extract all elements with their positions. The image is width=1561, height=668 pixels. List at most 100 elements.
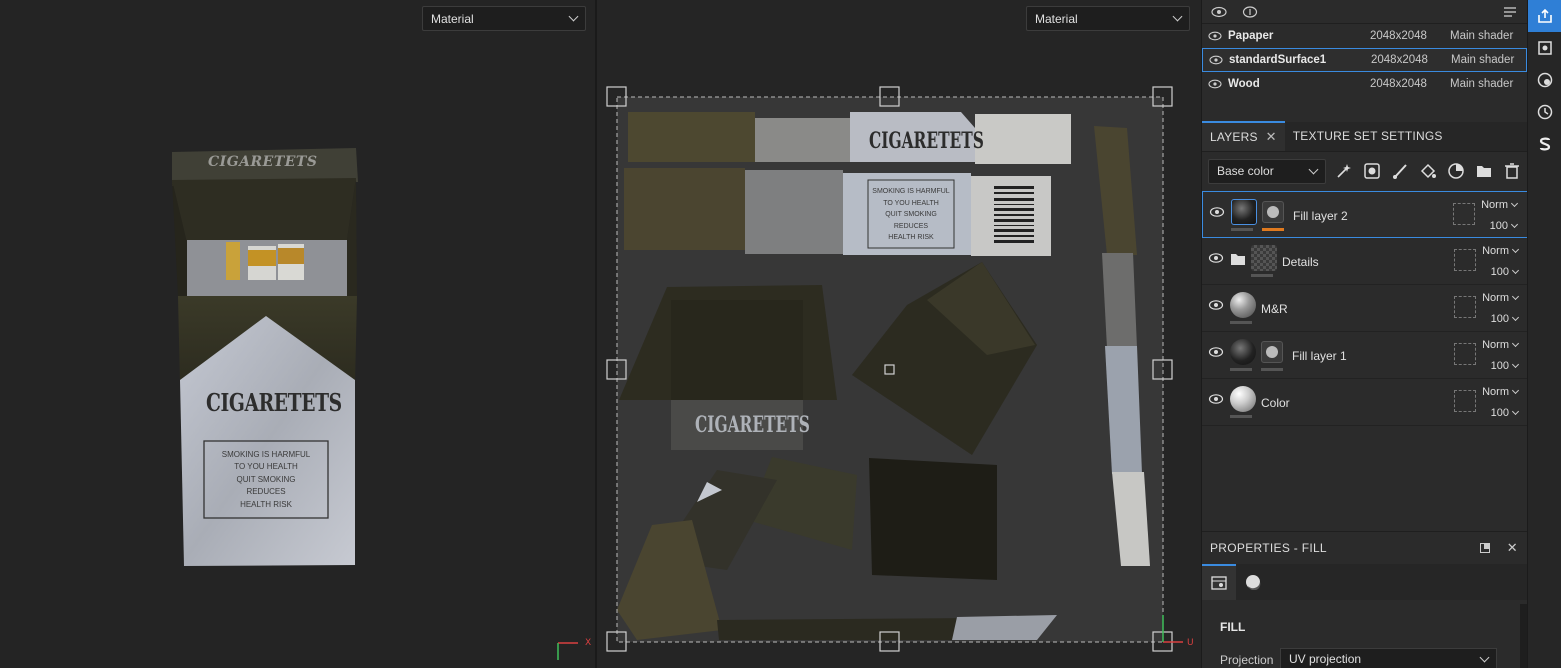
opacity-value: 100 bbox=[1490, 313, 1509, 325]
viewport-3d[interactable]: Material CIGARETETS CIGARETETS SMOKING I… bbox=[0, 0, 595, 668]
warning-line: HEALTH RISK bbox=[888, 234, 934, 242]
tab-material-properties[interactable] bbox=[1236, 564, 1270, 600]
add-folder-icon[interactable] bbox=[1474, 161, 1494, 181]
layer-row[interactable]: Color Norm 100 bbox=[1202, 379, 1528, 426]
blend-preview[interactable] bbox=[1454, 296, 1476, 318]
eye-icon[interactable] bbox=[1209, 206, 1225, 218]
properties-tabs bbox=[1202, 564, 1528, 600]
eye-icon[interactable] bbox=[1208, 252, 1224, 264]
layer-row[interactable]: M&R Norm 100 bbox=[1202, 285, 1528, 332]
layer-row[interactable]: Details Norm 100 bbox=[1202, 238, 1528, 285]
layer-thumbnail[interactable] bbox=[1230, 339, 1256, 365]
layer-tabs: LAYERS ✕ TEXTURE SET SETTINGS bbox=[1202, 121, 1528, 152]
export-button[interactable] bbox=[1528, 0, 1561, 32]
warning-line: QUIT SMOKING bbox=[236, 474, 296, 484]
channel-select[interactable]: Base color bbox=[1208, 158, 1326, 184]
layer-row[interactable]: Fill layer 1 Norm 100 bbox=[1202, 332, 1528, 379]
tab-fill-properties[interactable] bbox=[1202, 564, 1236, 600]
tab-layers-label: LAYERS bbox=[1210, 130, 1258, 144]
blend-preview[interactable] bbox=[1454, 343, 1476, 365]
chevron-down-icon bbox=[1479, 652, 1490, 662]
texture-set-list-button[interactable] bbox=[1528, 32, 1561, 64]
eye-icon[interactable] bbox=[1209, 55, 1223, 65]
history-button[interactable] bbox=[1528, 96, 1561, 128]
layer-indicator bbox=[1230, 368, 1252, 371]
close-icon[interactable]: ✕ bbox=[1266, 129, 1277, 145]
delete-icon[interactable] bbox=[1502, 161, 1522, 181]
layer-name: Details bbox=[1282, 255, 1319, 269]
display-settings-button[interactable] bbox=[1528, 64, 1561, 96]
detach-icon[interactable] bbox=[1480, 543, 1490, 553]
opacity-value: 100 bbox=[1490, 407, 1509, 419]
eye-icon[interactable] bbox=[1208, 31, 1222, 41]
projection-select[interactable]: UV projection bbox=[1280, 648, 1497, 668]
opacity-value: 100 bbox=[1489, 220, 1508, 232]
blend-mode-select[interactable]: Norm bbox=[1482, 292, 1520, 304]
uv-warning: SMOKING IS HARMFUL TO YOU HEALTH QUIT SM… bbox=[868, 186, 954, 244]
warning-line: TO YOU HEALTH bbox=[234, 462, 298, 472]
opacity-select[interactable]: 100 bbox=[1489, 220, 1519, 232]
layer-row[interactable]: Fill layer 2 Norm 100 bbox=[1202, 191, 1528, 238]
blend-mode-select[interactable]: Norm bbox=[1482, 386, 1520, 398]
mask-icon[interactable] bbox=[1262, 201, 1284, 223]
mask-indicator bbox=[1261, 368, 1283, 371]
chevron-down-icon bbox=[1308, 164, 1319, 174]
eye-icon[interactable] bbox=[1208, 299, 1224, 311]
chevron-down-icon bbox=[1511, 407, 1520, 416]
eye-settings-icon[interactable] bbox=[1210, 5, 1228, 19]
layer-thumbnail[interactable] bbox=[1251, 245, 1277, 271]
tab-texture-set-settings[interactable]: TEXTURE SET SETTINGS bbox=[1285, 121, 1451, 151]
blend-mode-value: Norm bbox=[1481, 199, 1508, 211]
substance-button[interactable] bbox=[1528, 128, 1561, 160]
axis-x-label: X bbox=[585, 638, 592, 648]
layer-toolbar: Base color bbox=[1202, 152, 1528, 190]
mask-icon[interactable] bbox=[1261, 341, 1283, 363]
opacity-select[interactable]: 100 bbox=[1491, 266, 1520, 278]
blend-preview[interactable] bbox=[1453, 203, 1475, 225]
layer-indicator bbox=[1251, 274, 1273, 277]
solo-icon[interactable] bbox=[1242, 5, 1258, 19]
texture-set-name: standardSurface1 bbox=[1229, 54, 1327, 66]
history-icon bbox=[1537, 104, 1553, 120]
side-icon-bar bbox=[1527, 0, 1561, 668]
texture-set-row[interactable]: standardSurface1 2048x2048 Main shader bbox=[1202, 48, 1527, 72]
properties-panel: PROPERTIES - FILL ✕ FILL Projection UV p… bbox=[1202, 531, 1528, 668]
blend-mode-select[interactable]: Norm bbox=[1482, 339, 1520, 351]
blend-preview[interactable] bbox=[1454, 249, 1476, 271]
texture-set-shader: Main shader bbox=[1450, 30, 1514, 42]
blend-mode-value: Norm bbox=[1482, 339, 1509, 351]
texture-set-row[interactable]: Wood 2048x2048 Main shader bbox=[1202, 72, 1527, 96]
blend-mode-select[interactable]: Norm bbox=[1482, 245, 1520, 257]
layer-thumbnail[interactable] bbox=[1230, 386, 1256, 412]
viewport-2d[interactable]: Material CIGARETETS CIGARETETS SMOKING I… bbox=[597, 0, 1201, 668]
opacity-select[interactable]: 100 bbox=[1491, 360, 1520, 372]
layer-thumbnail[interactable] bbox=[1230, 292, 1256, 318]
uv-layout bbox=[606, 86, 1183, 652]
paint-brush-icon[interactable] bbox=[1390, 161, 1410, 181]
texture-set-name: Wood bbox=[1228, 78, 1260, 90]
folder-icon[interactable] bbox=[1230, 252, 1246, 266]
tab-layers[interactable]: LAYERS ✕ bbox=[1202, 121, 1285, 151]
layer-indicator bbox=[1230, 415, 1252, 418]
add-effect-icon[interactable] bbox=[1334, 161, 1354, 181]
pack-brand-top: CIGARETETS bbox=[208, 154, 318, 170]
eye-icon[interactable] bbox=[1208, 393, 1224, 405]
opacity-select[interactable]: 100 bbox=[1490, 407, 1520, 419]
chevron-down-icon bbox=[1510, 199, 1519, 208]
close-icon[interactable]: ✕ bbox=[1507, 540, 1518, 556]
smart-material-icon[interactable] bbox=[1446, 161, 1466, 181]
add-mask-icon[interactable] bbox=[1362, 161, 1382, 181]
opacity-select[interactable]: 100 bbox=[1490, 313, 1520, 325]
layer-thumbnail[interactable] bbox=[1231, 199, 1257, 225]
warning-line: HEALTH RISK bbox=[240, 499, 292, 509]
eye-icon[interactable] bbox=[1208, 79, 1222, 89]
menu-list-icon[interactable] bbox=[1503, 5, 1519, 19]
layer-stack: Fill layer 2 Norm 100 Details Norm 100 M… bbox=[1202, 191, 1528, 426]
blend-preview[interactable] bbox=[1454, 390, 1476, 412]
blend-mode-select[interactable]: Norm bbox=[1481, 199, 1519, 211]
fill-bucket-icon[interactable] bbox=[1418, 161, 1438, 181]
texture-set-name: Papaper bbox=[1228, 30, 1274, 42]
display-settings-icon bbox=[1537, 72, 1553, 88]
eye-icon[interactable] bbox=[1208, 346, 1224, 358]
texture-set-row[interactable]: Papaper 2048x2048 Main shader bbox=[1202, 24, 1527, 48]
